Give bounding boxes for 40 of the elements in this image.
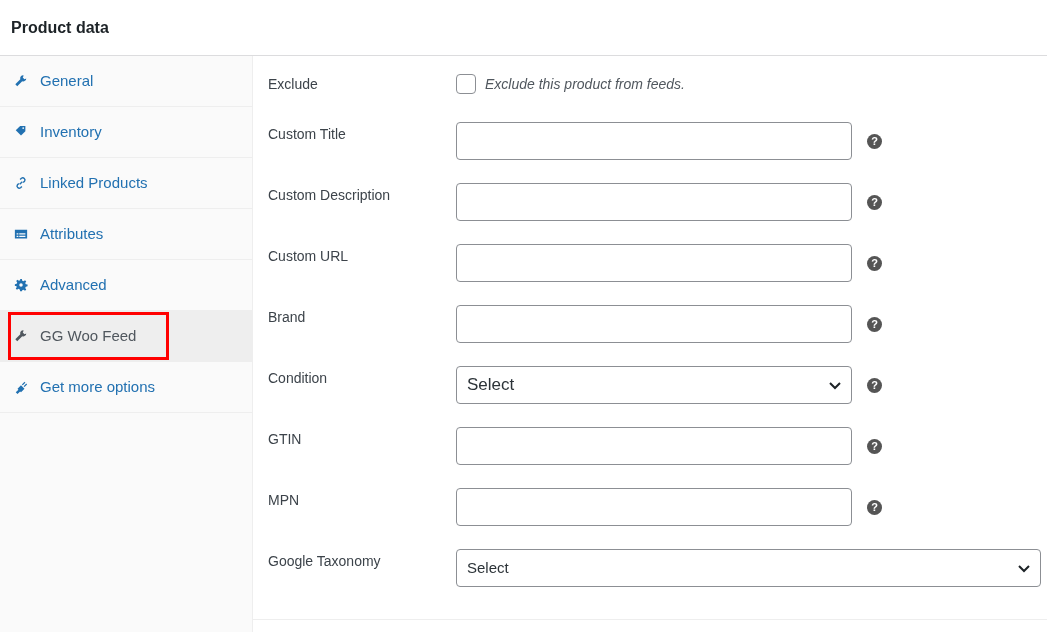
sidebar-tab[interactable]: Advanced: [8, 261, 140, 309]
panel-title: Product data: [11, 17, 109, 38]
sidebar-tab[interactable]: Attributes: [8, 210, 137, 258]
help-icon[interactable]: ?: [867, 438, 882, 454]
help-icon[interactable]: ?: [867, 499, 882, 515]
field-label: MPN: [268, 491, 301, 510]
wrench-icon: [14, 74, 28, 88]
plug-icon: [14, 380, 28, 394]
text-field[interactable]: [456, 122, 852, 160]
help-icon[interactable]: ?: [867, 133, 882, 149]
sidebar-tab[interactable]: GG Woo Feed: [8, 312, 170, 360]
field-label: GTIN: [268, 430, 303, 449]
field-label: Google Taxonomy: [268, 552, 382, 571]
sidebar-tab[interactable]: Get more options: [8, 363, 189, 411]
select-dropdown[interactable]: Select: [456, 366, 852, 404]
link-icon: [14, 176, 28, 190]
wrench-icon: [14, 329, 28, 343]
sidebar-tab[interactable]: Inventory: [8, 108, 135, 156]
help-icon[interactable]: ?: [867, 255, 882, 271]
select-dropdown[interactable]: Select: [456, 549, 1041, 587]
help-icon[interactable]: ?: [867, 194, 882, 210]
checkbox[interactable]: [456, 74, 476, 94]
sidebar-tab[interactable]: General: [8, 57, 127, 105]
gear-icon: [14, 278, 28, 292]
help-icon[interactable]: ?: [867, 377, 882, 393]
field-label: Custom Description: [268, 186, 392, 205]
sidebar-tab[interactable]: Linked Products: [8, 159, 181, 207]
field-label: Condition: [268, 369, 329, 388]
field-label: Custom URL: [268, 247, 350, 266]
text-field[interactable]: [456, 305, 852, 343]
text-field[interactable]: [456, 427, 852, 465]
text-field[interactable]: [456, 183, 852, 221]
field-label: Brand: [268, 308, 307, 327]
field-label: Exclude: [268, 74, 319, 94]
list-card-icon: [14, 227, 28, 241]
text-field[interactable]: [456, 244, 852, 282]
checkbox-description: Exclude this product from feeds.: [485, 74, 685, 94]
help-icon[interactable]: ?: [867, 316, 882, 332]
text-field[interactable]: [456, 488, 852, 526]
field-label: Custom Title: [268, 125, 347, 144]
